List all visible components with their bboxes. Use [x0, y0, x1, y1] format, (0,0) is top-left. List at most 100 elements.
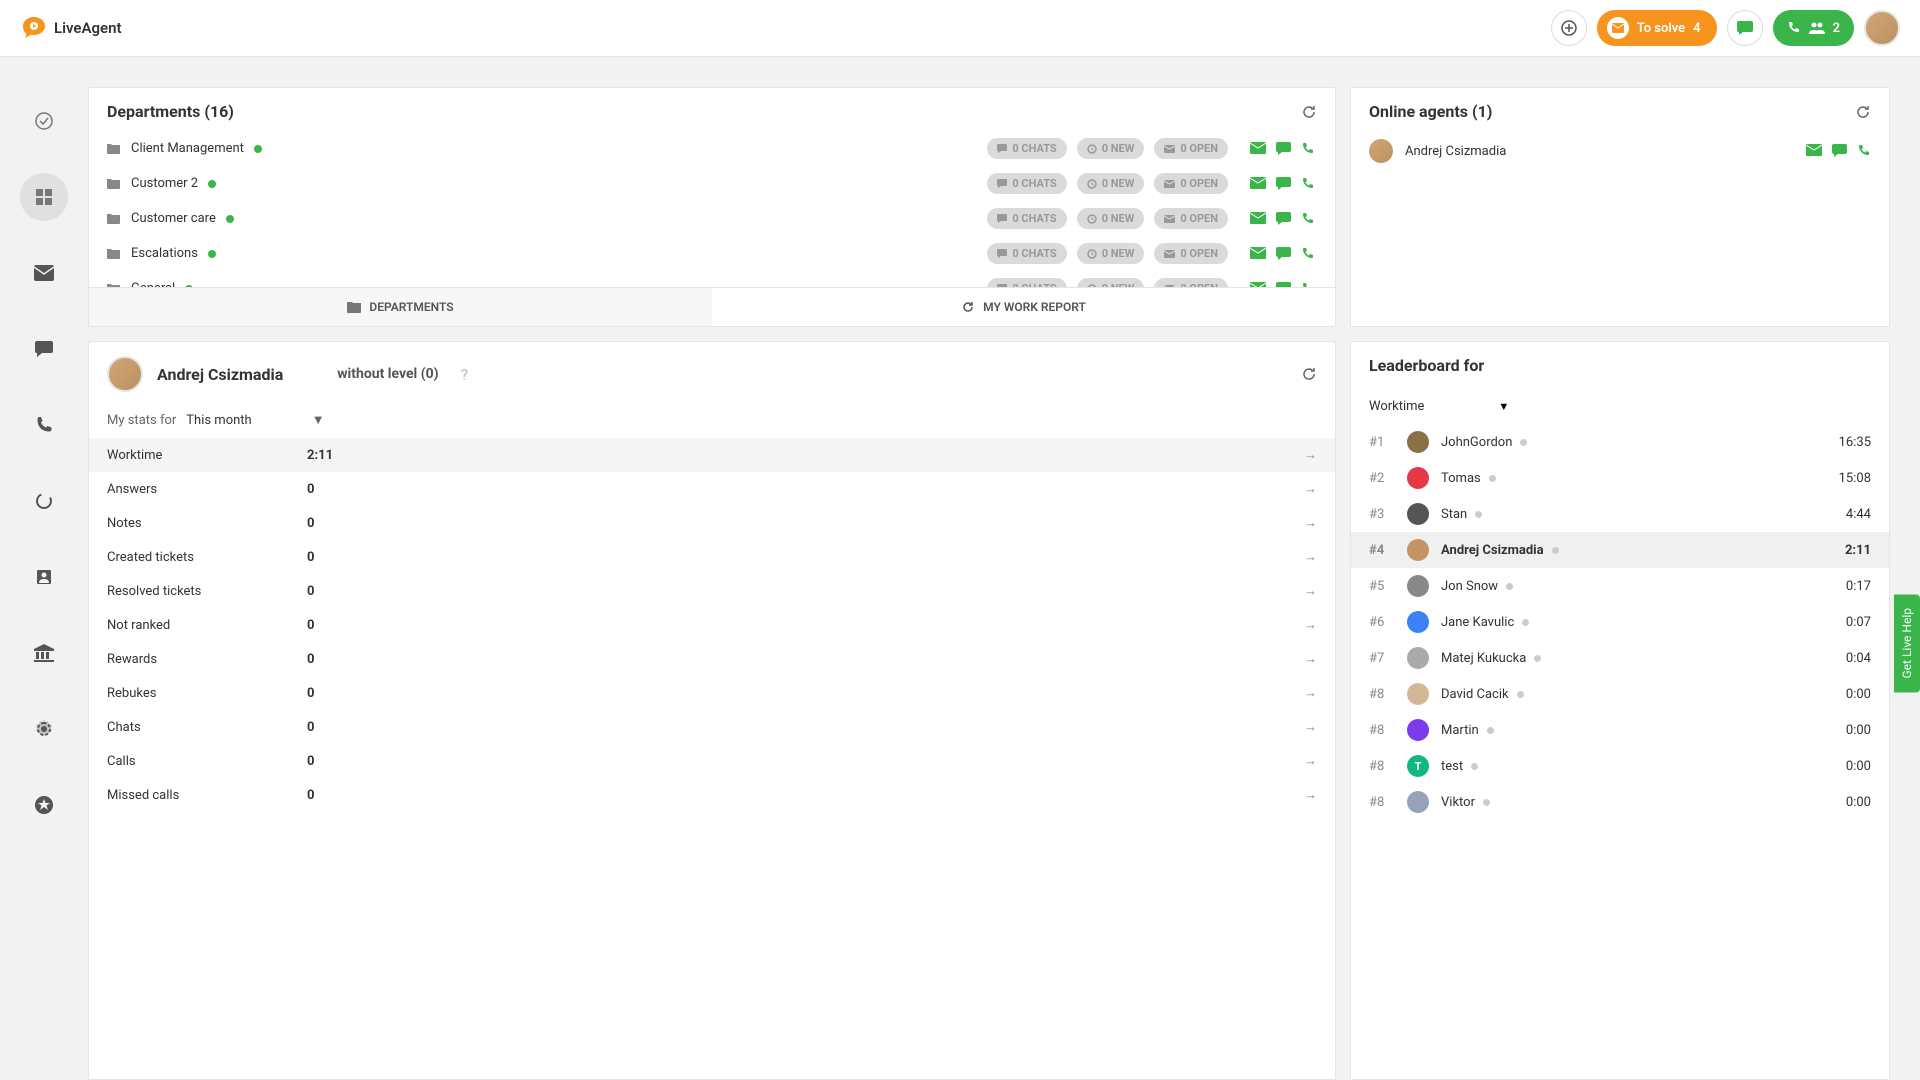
leaderboard-row[interactable]: #8 Viktor 0:00	[1351, 784, 1889, 820]
arrow-right-icon[interactable]: →	[1304, 583, 1317, 599]
sidebar-loading-icon[interactable]	[20, 477, 68, 525]
phone-icon	[1787, 21, 1801, 35]
stat-row[interactable]: Resolved tickets 0 →	[89, 574, 1335, 608]
arrow-right-icon[interactable]: →	[1304, 481, 1317, 497]
logo[interactable]: LiveAgent	[20, 15, 122, 41]
stat-row[interactable]: Missed calls 0 →	[89, 778, 1335, 812]
worktime-value: 0:00	[1846, 687, 1871, 702]
department-row[interactable]: Customer 2 0 CHATS 0 NEW 0 OPEN	[89, 166, 1333, 201]
mail-icon[interactable]	[1250, 177, 1266, 191]
get-live-help-tab[interactable]: Get Live Help	[1894, 594, 1920, 692]
arrow-right-icon[interactable]: →	[1304, 515, 1317, 531]
sidebar-star-icon[interactable]	[20, 781, 68, 829]
arrow-right-icon[interactable]: →	[1304, 753, 1317, 769]
people-icon	[1809, 22, 1825, 34]
chevron-down-icon[interactable]: ▼	[312, 412, 325, 428]
refresh-icon	[961, 300, 975, 314]
departments-list: Client Management 0 CHATS 0 NEW 0 OPEN C…	[89, 131, 1335, 287]
leaderboard-row[interactable]: #5 Jon Snow 0:17	[1351, 568, 1889, 604]
folder-icon	[347, 301, 361, 313]
department-row[interactable]: Escalations 0 CHATS 0 NEW 0 OPEN	[89, 236, 1333, 271]
leaderboard-row[interactable]: #7 Matej Kukucka 0:04	[1351, 640, 1889, 676]
stat-row[interactable]: Chats 0 →	[89, 710, 1335, 744]
leaderboard-rows: #1 JohnGordon 16:35 #2 Tomas 15:08 #3 St…	[1351, 424, 1889, 1079]
stats-agent-name: Andrej Csizmadia	[157, 365, 283, 384]
refresh-icon[interactable]	[1855, 104, 1871, 120]
chat-icon[interactable]	[1276, 247, 1291, 261]
chat-icon[interactable]	[1276, 177, 1291, 191]
mail-icon[interactable]	[1250, 212, 1266, 226]
leaderboard-row[interactable]: #2 Tomas 15:08	[1351, 460, 1889, 496]
chat-status-button[interactable]	[1727, 10, 1763, 46]
status-dot	[1489, 475, 1496, 482]
agent-name: Andrej Csizmadia	[1405, 144, 1506, 159]
arrow-right-icon[interactable]: →	[1304, 685, 1317, 701]
worktime-value: 0:07	[1846, 615, 1871, 630]
phone-icon[interactable]	[1301, 142, 1315, 156]
arrow-right-icon[interactable]: →	[1304, 651, 1317, 667]
leaderboard-row[interactable]: #8 T test 0:00	[1351, 748, 1889, 784]
leaderboard-row[interactable]: #1 JohnGordon 16:35	[1351, 424, 1889, 460]
stat-row[interactable]: Rebukes 0 →	[89, 676, 1335, 710]
phone-icon[interactable]	[1301, 212, 1315, 226]
avatar	[107, 356, 143, 392]
tab-my-work-report[interactable]: MY WORK REPORT	[712, 288, 1335, 326]
leaderboard-row[interactable]: #8 David Cacik 0:00	[1351, 676, 1889, 712]
mail-icon[interactable]	[1806, 144, 1822, 158]
stat-row[interactable]: Answers 0 →	[89, 472, 1335, 506]
leaderboard-filter[interactable]: Worktime	[1369, 399, 1424, 414]
refresh-icon[interactable]	[1301, 104, 1317, 120]
stat-row[interactable]: Rewards 0 →	[89, 642, 1335, 676]
sidebar-dashboard-icon[interactable]	[20, 173, 68, 221]
chat-icon[interactable]	[1276, 212, 1291, 226]
to-solve-button[interactable]: To solve 4	[1597, 10, 1717, 46]
user-avatar[interactable]	[1864, 10, 1900, 46]
department-row[interactable]: Client Management 0 CHATS 0 NEW 0 OPEN	[89, 131, 1333, 166]
stat-row[interactable]: Notes 0 →	[89, 506, 1335, 540]
mail-icon[interactable]	[1250, 142, 1266, 156]
department-row[interactable]: Customer care 0 CHATS 0 NEW 0 OPEN	[89, 201, 1333, 236]
sidebar-check-icon[interactable]	[20, 97, 68, 145]
phone-icon[interactable]	[1301, 247, 1315, 261]
phone-icon[interactable]	[1301, 177, 1315, 191]
stats-filter-value[interactable]: This month	[186, 413, 251, 428]
sidebar-phone-icon[interactable]	[20, 401, 68, 449]
add-button[interactable]	[1551, 10, 1587, 46]
open-badge: 0 OPEN	[1154, 243, 1228, 264]
leaderboard-row[interactable]: #4 Andrej Csizmadia 2:11	[1351, 532, 1889, 568]
stat-label: Rewards	[107, 652, 307, 667]
stat-label: Notes	[107, 516, 307, 531]
arrow-right-icon[interactable]: →	[1304, 549, 1317, 565]
chat-icon[interactable]	[1276, 142, 1291, 156]
refresh-icon[interactable]	[1301, 366, 1317, 382]
arrow-right-icon[interactable]: →	[1304, 617, 1317, 633]
arrow-right-icon[interactable]: →	[1304, 787, 1317, 803]
sidebar-chat-icon[interactable]	[20, 325, 68, 373]
chat-icon[interactable]	[1832, 144, 1847, 158]
to-solve-count: 4	[1693, 21, 1700, 36]
sidebar-settings-icon[interactable]	[20, 705, 68, 753]
department-row[interactable]: General 0 CHATS 0 NEW 0 OPEN	[89, 271, 1333, 287]
leaderboard-row[interactable]: #3 Stan 4:44	[1351, 496, 1889, 532]
mail-icon[interactable]	[1250, 247, 1266, 261]
stat-row[interactable]: Worktime 2:11 →	[89, 438, 1335, 472]
chevron-down-icon[interactable]: ▼	[1498, 400, 1509, 413]
stat-row[interactable]: Created tickets 0 →	[89, 540, 1335, 574]
help-icon[interactable]: ?	[461, 365, 469, 384]
worktime-value: 16:35	[1839, 435, 1871, 450]
stat-row[interactable]: Calls 0 →	[89, 744, 1335, 778]
phone-icon[interactable]	[1857, 144, 1871, 158]
tab-departments[interactable]: DEPARTMENTS	[89, 288, 712, 326]
call-status-button[interactable]: 2	[1773, 10, 1854, 46]
sidebar-contacts-icon[interactable]	[20, 553, 68, 601]
leaderboard-row[interactable]: #6 Jane Kavulic 0:07	[1351, 604, 1889, 640]
stat-row[interactable]: Not ranked 0 →	[89, 608, 1335, 642]
stat-value: 0	[307, 618, 1304, 633]
sidebar-mail-icon[interactable]	[20, 249, 68, 297]
status-dot	[1475, 511, 1482, 518]
leaderboard-row[interactable]: #8 Martin 0:00	[1351, 712, 1889, 748]
arrow-right-icon[interactable]: →	[1304, 447, 1317, 463]
sidebar-bank-icon[interactable]	[20, 629, 68, 677]
arrow-right-icon[interactable]: →	[1304, 719, 1317, 735]
agent-row[interactable]: Andrej Csizmadia	[1363, 131, 1889, 171]
